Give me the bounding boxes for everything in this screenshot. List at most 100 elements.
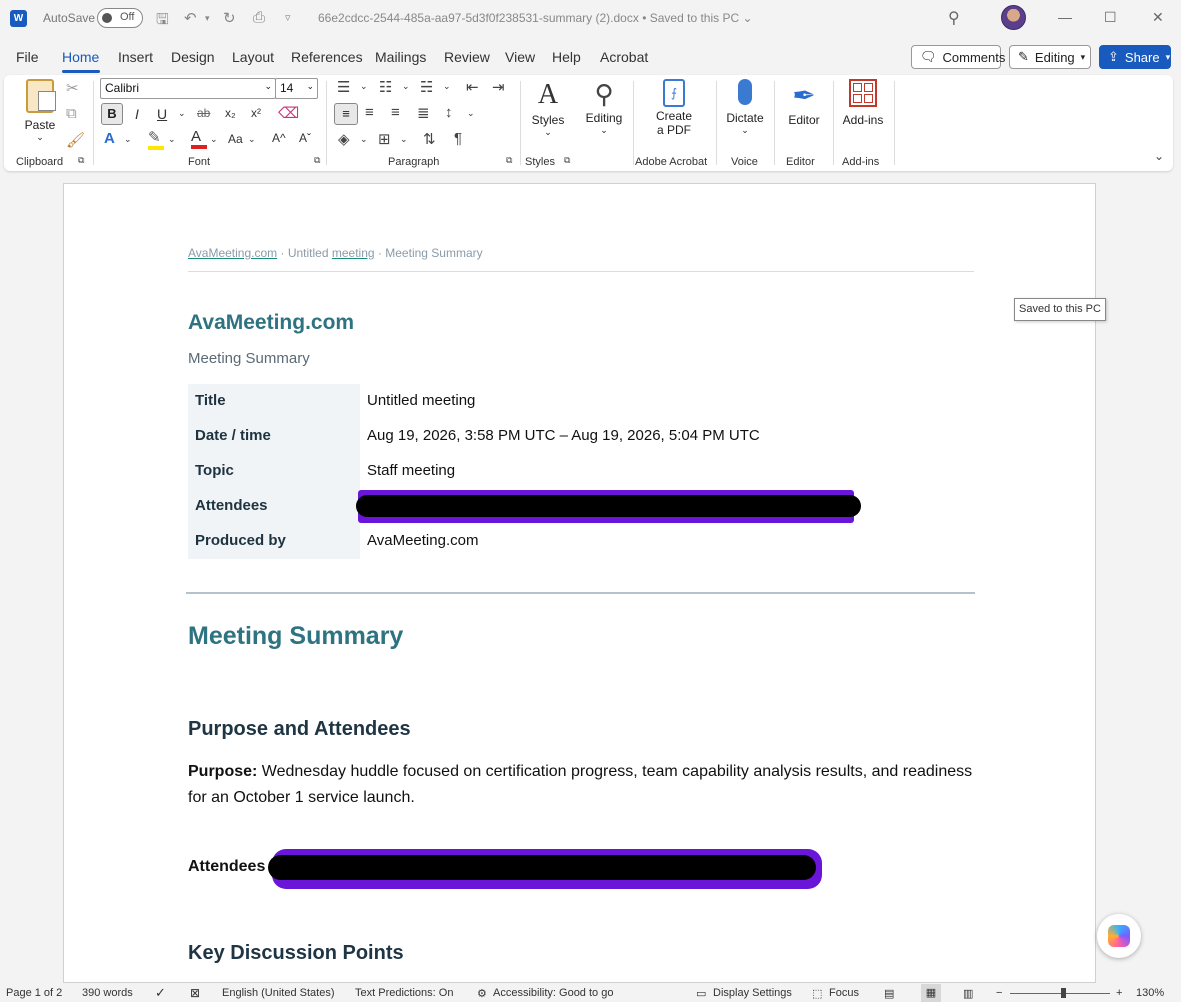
redo-icon[interactable]: ↻	[223, 9, 236, 27]
chevron-down-icon[interactable]: ⌄	[168, 134, 176, 145]
tab-layout[interactable]: Layout	[232, 49, 274, 65]
autosave-toggle[interactable]: Off	[97, 8, 143, 28]
print-preview-icon[interactable]: ⎙	[253, 9, 265, 26]
print-layout-icon[interactable]: ▦	[921, 984, 941, 1002]
share-button[interactable]: ⇪ Share ▾	[1099, 45, 1171, 69]
zoom-in-icon[interactable]: +	[1116, 987, 1122, 999]
proofing-icon[interactable]: ✓	[155, 985, 166, 1001]
italic-button[interactable]: I	[135, 106, 139, 122]
decrease-indent-icon[interactable]: ⇤	[466, 78, 479, 96]
language-status[interactable]: English (United States)	[222, 987, 335, 999]
create-pdf-button[interactable]: ⨍ Create a PDF	[652, 79, 696, 137]
bold-button[interactable]: B	[101, 103, 123, 125]
collapse-ribbon-icon[interactable]: ⌄	[1154, 149, 1164, 163]
accessibility-status[interactable]: Accessibility: Good to go	[493, 987, 613, 999]
undo-icon[interactable]: ↶	[184, 9, 197, 27]
editing-mode-button[interactable]: ✎ Editing ▾	[1009, 45, 1091, 69]
numbering-icon[interactable]: ☷	[379, 78, 392, 96]
dialog-launcher-icon[interactable]: ⧉	[78, 155, 84, 166]
chevron-down-icon[interactable]: ⌄	[467, 108, 475, 119]
track-changes-icon[interactable]: ⊠	[190, 986, 200, 1000]
page-count[interactable]: Page 1 of 2	[6, 987, 62, 999]
tab-references[interactable]: References	[291, 49, 363, 65]
close-icon[interactable]: ✕	[1152, 9, 1164, 26]
shading-icon[interactable]: ◈	[338, 130, 350, 148]
tab-acrobat[interactable]: Acrobat	[600, 49, 648, 65]
display-settings-button[interactable]: Display Settings	[713, 987, 792, 999]
align-left-button[interactable]: ≡	[334, 103, 358, 125]
chevron-down-icon[interactable]: ⌄	[360, 81, 368, 92]
chevron-down-icon[interactable]: ⌄	[360, 134, 368, 145]
superscript-button[interactable]: x²	[251, 106, 261, 120]
focus-button[interactable]: Focus	[829, 987, 859, 999]
editing-button[interactable]: ⚲ Editing ⌄	[582, 79, 626, 136]
chevron-down-icon[interactable]: ⌄	[248, 134, 256, 145]
subscript-button[interactable]: x₂	[225, 106, 236, 120]
borders-icon[interactable]: ⊞	[378, 130, 391, 148]
chevron-down-icon[interactable]: ⌄	[124, 134, 132, 145]
tab-home[interactable]: Home	[62, 49, 99, 65]
clear-formatting-icon[interactable]: ⌫	[278, 104, 299, 122]
minimize-icon[interactable]: —	[1058, 9, 1072, 25]
chevron-down-icon[interactable]: ⌄	[178, 108, 186, 119]
dictate-button[interactable]: Dictate ⌄	[723, 79, 767, 136]
search-icon[interactable]: ⚲	[948, 8, 960, 28]
document-page[interactable]: AvaMeeting.com · Untitled meeting · Meet…	[63, 183, 1096, 983]
dialog-launcher-icon[interactable]: ⧉	[564, 155, 570, 166]
strikethrough-button[interactable]: ab	[197, 106, 210, 120]
tab-help[interactable]: Help	[552, 49, 581, 65]
save-icon[interactable]: 🖫	[156, 9, 169, 34]
document-title[interactable]: 66e2cdcc-2544-485a-aa97-5d3f0f238531-sum…	[318, 11, 753, 25]
font-name-select[interactable]: Calibri ⌄	[100, 78, 276, 99]
bullets-icon[interactable]: ☰	[337, 78, 350, 96]
word-count[interactable]: 390 words	[82, 987, 133, 999]
tab-review[interactable]: Review	[444, 49, 490, 65]
add-ins-button[interactable]: Add-ins	[840, 79, 886, 127]
tab-file[interactable]: File	[16, 49, 39, 65]
dialog-launcher-icon[interactable]: ⧉	[314, 155, 320, 166]
shrink-font-icon[interactable]: Aˇ	[299, 131, 311, 145]
grow-font-icon[interactable]: A^	[272, 131, 286, 145]
chevron-down-icon[interactable]: ⌄	[400, 134, 408, 145]
cut-icon[interactable]: ✂	[66, 79, 79, 97]
undo-dropdown-icon[interactable]: ▾	[205, 13, 210, 24]
font-size-select[interactable]: 14 ⌄	[275, 78, 318, 99]
editor-button[interactable]: ✒ Editor	[782, 79, 826, 127]
zoom-out-icon[interactable]: −	[996, 987, 1002, 999]
line-spacing-icon[interactable]: ↕	[445, 104, 453, 121]
justify-icon[interactable]: ≣	[417, 104, 430, 122]
zoom-slider-thumb[interactable]	[1061, 988, 1066, 998]
highlight-color-icon[interactable]: ✎	[148, 128, 164, 150]
tab-view[interactable]: View	[505, 49, 535, 65]
format-painter-icon[interactable]: 🖌	[66, 131, 85, 149]
text-predictions-status[interactable]: Text Predictions: On	[355, 987, 453, 999]
sort-icon[interactable]: ⇅	[423, 130, 436, 148]
chevron-down-icon[interactable]: ⌄	[443, 81, 451, 92]
tab-design[interactable]: Design	[171, 49, 215, 65]
align-right-icon[interactable]: ≡	[391, 104, 400, 121]
multilevel-list-icon[interactable]: ☵	[420, 78, 433, 96]
comments-button[interactable]: 🗨 Comments	[911, 45, 1005, 69]
maximize-icon[interactable]: ☐	[1104, 9, 1117, 26]
copilot-button[interactable]	[1097, 914, 1141, 958]
underline-button[interactable]: U	[157, 106, 167, 122]
zoom-level[interactable]: 130%	[1136, 987, 1164, 999]
change-case-icon[interactable]: Aa	[228, 132, 243, 146]
customize-toolbar-icon[interactable]: ▿	[285, 11, 291, 24]
align-center-icon[interactable]: ≡	[365, 104, 374, 121]
copy-icon[interactable]: ⧉	[66, 105, 77, 122]
styles-button[interactable]: A Styles ⌄	[528, 79, 568, 138]
chevron-down-icon[interactable]: ⌄	[210, 134, 218, 145]
font-color-icon[interactable]: A	[191, 128, 207, 149]
dialog-launcher-icon[interactable]: ⧉	[506, 155, 512, 166]
paste-button[interactable]: Paste ⌄	[20, 79, 60, 143]
read-mode-icon[interactable]: ▤	[884, 987, 894, 1000]
increase-indent-icon[interactable]: ⇥	[492, 78, 505, 96]
zoom-slider[interactable]	[1010, 993, 1110, 994]
show-formatting-icon[interactable]: ¶	[454, 130, 462, 147]
text-effects-icon[interactable]: A	[104, 130, 115, 147]
web-layout-icon[interactable]: ▥	[963, 987, 973, 1000]
tab-insert[interactable]: Insert	[118, 49, 153, 65]
chevron-down-icon[interactable]: ⌄	[402, 81, 410, 92]
tab-mailings[interactable]: Mailings	[375, 49, 426, 65]
